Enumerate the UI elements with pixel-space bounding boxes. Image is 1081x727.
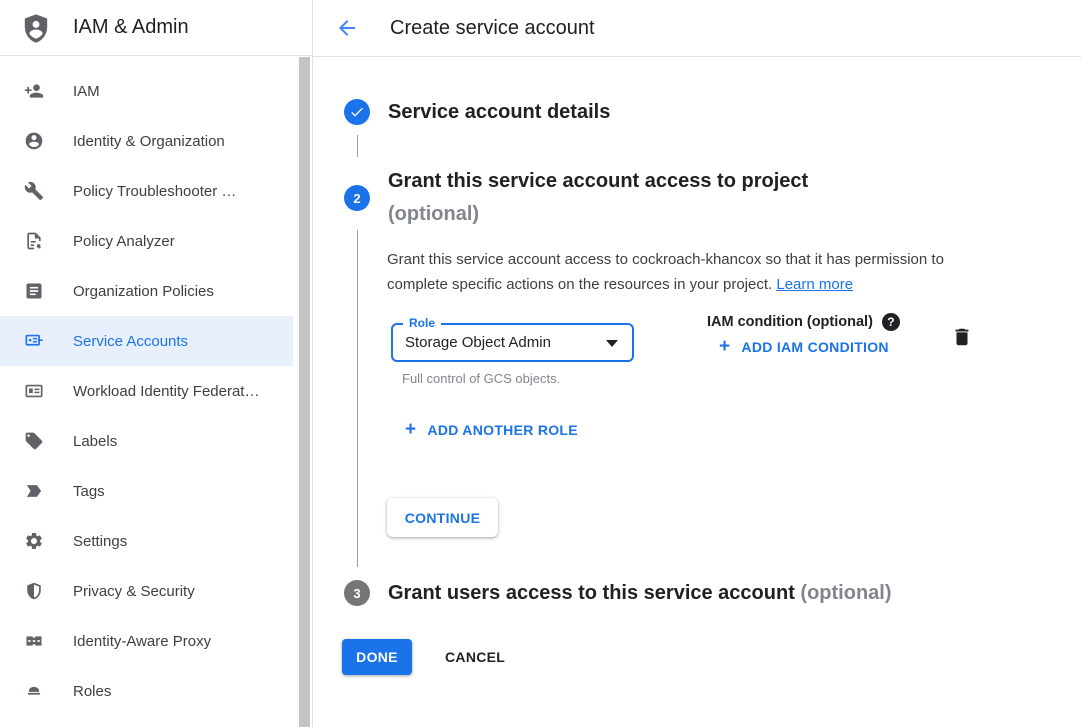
product-title: IAM & Admin [73,16,189,39]
sidebar-item-workload-identity-federat[interactable]: Workload Identity Federat… [0,366,293,416]
learn-more-link[interactable]: Learn more [776,276,853,293]
step3-number: 3 [353,586,360,601]
sidebar-item-policy-troubleshooter[interactable]: Policy Troubleshooter … [0,166,293,216]
help-icon[interactable]: ? [882,313,900,331]
sidebar-item-label: Roles [73,683,111,700]
main-panel: Create service account Service account d… [313,0,1081,727]
person-add-icon [24,81,44,101]
document-icon [24,281,44,301]
sidebar-item-label: Policy Analyzer [73,233,175,250]
sidebar-item-label: IAM [73,83,100,100]
gear-icon [24,531,44,551]
sidebar-item-identity-organization[interactable]: Identity & Organization [0,116,293,166]
role-selected-value: Storage Object Admin [405,325,551,360]
sidebar: IAM & Admin IAM Identity & Organization … [0,0,313,727]
sidebar-item-label: Identity & Organization [73,133,225,150]
back-button[interactable] [335,16,359,40]
step2-description-text: Grant this service account access to coc… [387,251,944,293]
iam-condition-header: IAM condition (optional) ? [707,313,900,331]
continue-button[interactable]: CONTINUE [387,498,498,537]
sidebar-item-label: Workload Identity Federat… [73,383,259,400]
dropdown-caret-icon [606,340,618,347]
sidebar-item-identity-aware-proxy[interactable]: Identity-Aware Proxy [0,616,293,666]
add-iam-condition-label: ADD IAM CONDITION [741,339,888,355]
step3-optional-label: (optional) [800,582,891,604]
sidebar-nav: IAM Identity & Organization Policy Troub… [0,56,312,716]
sidebar-item-privacy-security[interactable]: Privacy & Security [0,566,293,616]
step-connector-line [357,230,358,567]
sidebar-item-settings[interactable]: Settings [0,516,293,566]
form-actions: DONE CANCEL [342,639,521,675]
check-icon [349,104,365,120]
plus-icon: + [405,421,416,439]
delete-role-button[interactable] [950,326,974,350]
proxy-icon [24,631,44,651]
iam-condition-label: IAM condition (optional) [707,314,873,330]
service-account-icon [24,331,44,351]
role-select[interactable]: Role Storage Object Admin [391,323,634,362]
sidebar-item-label: Privacy & Security [73,583,195,600]
app-root: IAM & Admin IAM Identity & Organization … [0,0,1081,727]
sidebar-item-tags[interactable]: Tags [0,466,293,516]
sidebar-item-label: Labels [73,433,117,450]
main-header: Create service account [313,0,1081,57]
add-another-role-button[interactable]: + ADD ANOTHER ROLE [405,421,578,439]
sidebar-item-service-accounts[interactable]: Service Accounts [0,316,293,366]
step2-title-text: Grant this service account access to pro… [388,165,808,198]
sidebar-item-organization-policies[interactable]: Organization Policies [0,266,293,316]
sidebar-item-label: Settings [73,533,127,550]
step-connector-line [357,135,358,157]
step3-title-text: Grant users access to this service accou… [388,582,795,604]
tag-icon [24,481,44,501]
plus-icon: + [719,338,730,356]
iam-admin-shield-icon [20,12,52,44]
step2-indicator: 2 [344,185,370,211]
trash-icon [951,326,973,348]
wrench-icon [24,181,44,201]
sidebar-item-label: Policy Troubleshooter … [73,183,236,200]
step2-description: Grant this service account access to coc… [387,247,971,297]
step2-title: Grant this service account access to pro… [388,165,808,231]
label-icon [24,431,44,451]
shield-icon [24,581,44,601]
cancel-button[interactable]: CANCEL [429,639,521,675]
roles-hat-icon [24,681,44,701]
sidebar-item-label: Service Accounts [73,333,188,350]
sidebar-header: IAM & Admin [0,0,312,56]
sidebar-scrollbar-thumb[interactable] [299,57,310,727]
sidebar-item-iam[interactable]: IAM [0,66,293,116]
sidebar-item-roles[interactable]: Roles [0,666,293,716]
add-another-role-label: ADD ANOTHER ROLE [427,422,578,438]
sidebar-item-policy-analyzer[interactable]: Policy Analyzer [0,216,293,266]
account-circle-icon [24,131,44,151]
step3-indicator: 3 [344,580,370,606]
done-button[interactable]: DONE [342,639,412,675]
arrow-back-icon [335,16,359,40]
sidebar-item-labels[interactable]: Labels [0,416,293,466]
sidebar-item-label: Identity-Aware Proxy [73,633,211,650]
add-iam-condition-button[interactable]: + ADD IAM CONDITION [719,338,889,356]
policy-analyzer-icon [24,231,44,251]
sidebar-item-label: Tags [73,483,105,500]
page-title: Create service account [390,17,595,40]
step2-optional-label: (optional) [388,198,808,231]
sidebar-item-label: Organization Policies [73,283,214,300]
step1-completed-indicator [344,99,370,125]
step2-number: 2 [353,191,360,206]
step1-title: Service account details [388,99,610,125]
id-card-icon [24,381,44,401]
step3-title: Grant users access to this service accou… [388,580,892,606]
role-helper-text: Full control of GCS objects. [402,371,560,386]
create-service-account-form: Service account details 2 Grant this ser… [313,57,1081,727]
